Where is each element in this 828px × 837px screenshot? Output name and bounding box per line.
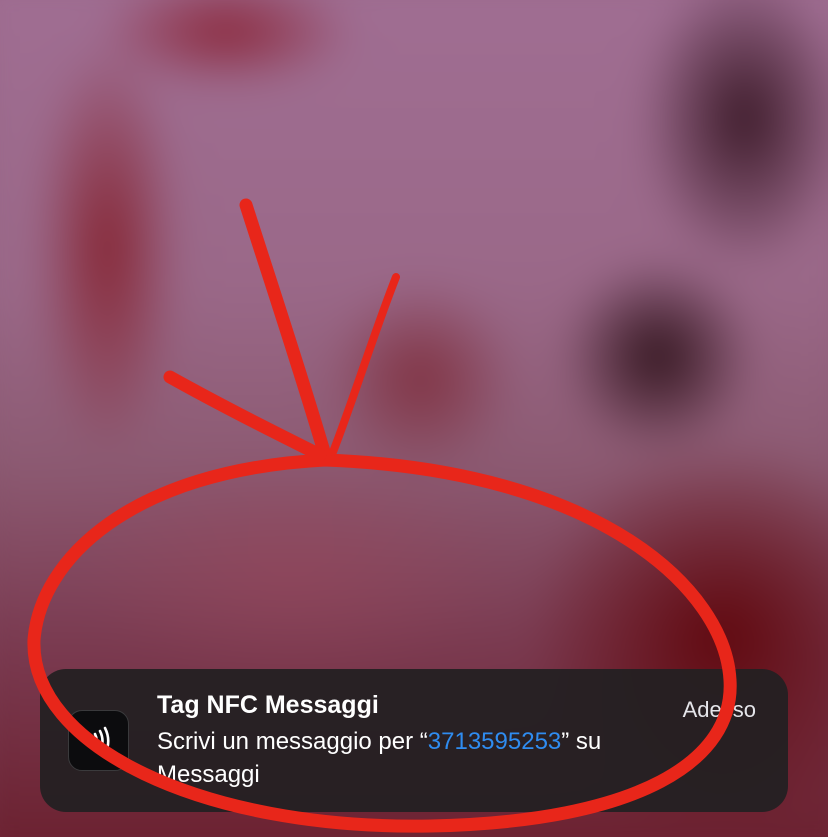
- notification-title: Tag NFC Messaggi: [157, 691, 379, 719]
- nfc-waves-glyph: [88, 726, 110, 755]
- screen: Tag NFC Messaggi Adesso Scrivi un messag…: [0, 0, 828, 837]
- body-suffix: ” su: [561, 728, 602, 755]
- nfc-icon: [68, 710, 129, 771]
- notification-banner[interactable]: Tag NFC Messaggi Adesso Scrivi un messag…: [40, 669, 788, 812]
- body-line2: Messaggi: [157, 761, 260, 788]
- notification-time: Adesso: [682, 697, 756, 722]
- phone-number-link[interactable]: 3713595253: [428, 728, 561, 755]
- notification-body: Scrivi un messaggio per “3713595253” su M…: [157, 725, 757, 791]
- body-prefix: Scrivi un messaggio per “: [157, 728, 428, 755]
